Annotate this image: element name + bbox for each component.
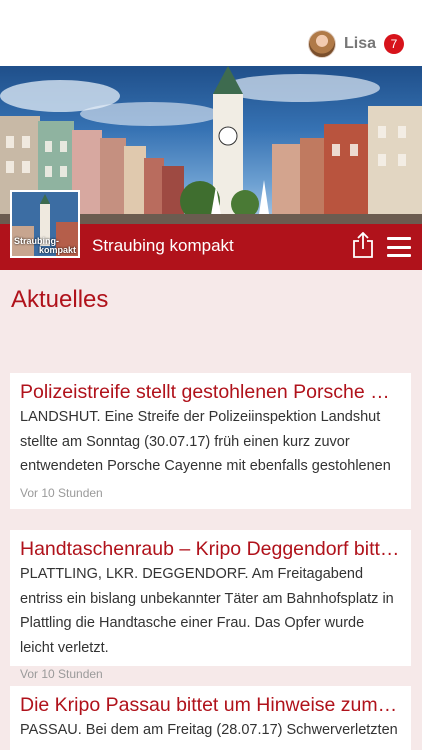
news-card[interactable]: Handtaschenraub – Kripo Deggendorf bitte…	[10, 530, 411, 681]
share-button[interactable]	[352, 231, 374, 258]
logo-label: Straubing- kompakt	[12, 236, 78, 256]
top-bar: Lisa 7	[0, 0, 422, 66]
hamburger-menu-icon[interactable]	[387, 237, 411, 257]
user-profile[interactable]: Lisa 7	[307, 28, 404, 60]
share-icon	[353, 231, 373, 258]
app-title: Straubing kompakt	[92, 236, 234, 255]
news-card-title[interactable]: Handtaschenraub – Kripo Deggendorf bitte…	[20, 536, 401, 562]
news-card-title[interactable]: Die Kripo Passau bittet um Hinweise zum …	[20, 692, 401, 718]
logo-label-line2: kompakt	[38, 245, 76, 255]
app-logo-thumbnail: Straubing- kompakt	[10, 190, 80, 258]
avatar[interactable]	[307, 30, 336, 58]
news-card-text: PLATTLING, LKR. DEGGENDORF. Am Freitagab…	[20, 566, 394, 656]
news-card[interactable]: Die Kripo Passau bittet um Hinweise zum …	[10, 686, 411, 750]
section-title: Aktuelles	[11, 286, 109, 313]
news-card-text: PASSAU. Bei dem am Freitag (28.07.17) Sc…	[20, 722, 398, 738]
notification-badge[interactable]: 7	[384, 34, 404, 54]
news-card-time: Vor 10 Stunden	[20, 485, 103, 500]
news-card[interactable]: Polizeistreife stellt gestohlenen Porsch…	[10, 373, 411, 509]
news-card-title[interactable]: Polizeistreife stellt gestohlenen Porsch…	[20, 379, 401, 405]
user-name[interactable]: Lisa	[344, 35, 376, 53]
news-card-time: Vor 10 Stunden	[20, 667, 103, 681]
news-card-text: LANDSHUT. Eine Streife der Polizeiinspek…	[20, 409, 391, 474]
